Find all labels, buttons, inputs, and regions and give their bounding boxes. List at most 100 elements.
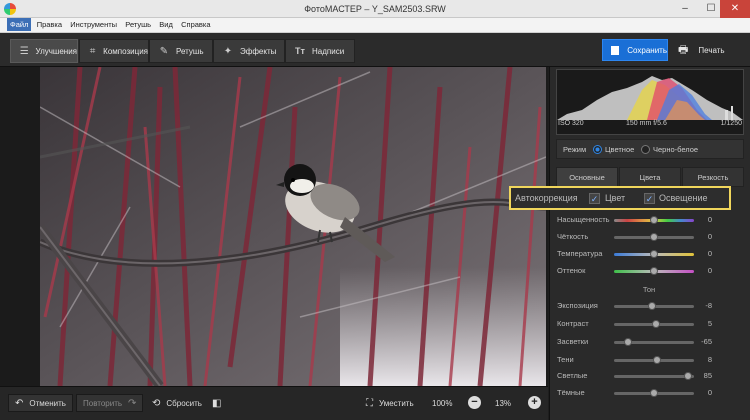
slider-knob[interactable]: [653, 356, 662, 364]
fit-button[interactable]: ⛶ Уместить: [366, 394, 414, 412]
photo-canvas: [0, 67, 548, 386]
undo-button[interactable]: ↶ Отменить: [8, 394, 73, 412]
highlights-track[interactable]: [614, 338, 694, 346]
reset-button[interactable]: ⟲ Сбросить: [152, 394, 202, 412]
whites-track[interactable]: [614, 372, 694, 380]
redo-icon: ↷: [128, 397, 137, 409]
mode-label: Режим: [563, 145, 587, 154]
tab-label: Эффекты: [240, 46, 277, 56]
title-bar: ФотоМАСТЕР – Y_SAM2503.SRW – ☐ ✕: [0, 0, 750, 18]
menu-retouch[interactable]: Ретушь: [122, 18, 154, 31]
slider-knob[interactable]: [650, 250, 658, 258]
mode-bw-label: Черно-белое: [653, 145, 699, 154]
slider-value: 5: [707, 319, 712, 328]
slider-shadows: Тени 8: [555, 354, 745, 366]
slider-knob[interactable]: [650, 233, 658, 241]
zoom-level: 13%: [495, 398, 512, 408]
tab-enhancements[interactable]: ☰ Улучшения: [10, 39, 78, 63]
slider-temperature: Температура 0: [555, 248, 745, 260]
slider-value: 8: [707, 355, 712, 364]
zoom-100-button[interactable]: 100%: [432, 394, 452, 412]
slider-value: 0: [707, 215, 712, 224]
slider-label: Оттенок: [557, 266, 586, 275]
slider-knob[interactable]: [650, 216, 658, 224]
contrast-track[interactable]: [614, 320, 694, 328]
auto-light-checkbox[interactable]: ✓: [644, 193, 655, 204]
print-button[interactable]: 🖶 Печать: [672, 39, 742, 61]
menu-edit[interactable]: Правка: [34, 18, 65, 31]
undo-label: Отменить: [29, 398, 66, 408]
compare-button[interactable]: ◧: [212, 394, 221, 412]
slider-label: Светлые: [557, 371, 588, 380]
crop-icon: ⌗: [89, 45, 96, 57]
blacks-track[interactable]: [614, 389, 694, 397]
subtab-colors[interactable]: Цвета: [619, 167, 681, 187]
slider-saturation: Насыщенность 0: [555, 214, 745, 226]
print-label: Печать: [698, 45, 725, 55]
magic-wand-icon: ✦: [223, 45, 233, 57]
slider-whites: Светлые 85: [555, 370, 745, 382]
subtab-basic[interactable]: Основные: [556, 167, 618, 187]
saturation-track[interactable]: [614, 216, 694, 224]
tab-effects[interactable]: ✦ Эффекты: [213, 39, 285, 63]
tab-captions[interactable]: Tт Надписи: [285, 39, 355, 63]
slider-value: 0: [707, 266, 712, 275]
slider-value: -8: [705, 301, 712, 310]
tab-label: Ретушь: [176, 46, 204, 56]
clarity-track[interactable]: [614, 233, 694, 241]
menu-help[interactable]: Справка: [178, 18, 213, 31]
slider-label: Насыщенность: [557, 215, 610, 224]
menu-bar: Файл Правка Инструменты Ретушь Вид Справ…: [0, 18, 750, 33]
slider-value: 0: [707, 232, 712, 241]
zoom-out-button[interactable]: −: [468, 396, 481, 409]
subtab-sharpness[interactable]: Резкость: [682, 167, 744, 187]
adjustment-subtabs: Основные Цвета Резкость: [556, 167, 744, 187]
redo-button[interactable]: Повторить ↷: [76, 394, 144, 412]
menu-view[interactable]: Вид: [156, 18, 176, 31]
tab-label: Надписи: [312, 46, 345, 56]
slider-exposure: Экспозиция -8: [555, 300, 745, 312]
tab-label: Улучшения: [35, 46, 77, 56]
menu-tools[interactable]: Инструменты: [67, 18, 120, 31]
tab-composition[interactable]: ⌗ Композиция: [79, 39, 149, 63]
exposure-track[interactable]: [614, 302, 694, 310]
slider-contrast: Контраст 5: [555, 318, 745, 330]
slider-value: 0: [707, 388, 712, 397]
bottom-bar: ↶ Отменить Повторить ↷ ⟲ Сбросить ◧ ⛶ Ум…: [0, 386, 548, 420]
compare-icon: ◧: [212, 397, 222, 409]
slider-knob[interactable]: [684, 372, 693, 380]
slider-label: Контраст: [557, 319, 589, 328]
autocorrection-label: Автокоррекция: [515, 193, 578, 203]
photo-preview[interactable]: [40, 67, 546, 386]
slider-label: Чёткость: [557, 232, 589, 241]
slider-knob[interactable]: [650, 389, 658, 397]
slider-value: 0: [707, 249, 712, 258]
shadows-track[interactable]: [614, 356, 694, 364]
slider-knob[interactable]: [624, 338, 633, 346]
slider-label: Экспозиция: [557, 301, 598, 310]
mode-color-label: Цветное: [605, 145, 635, 154]
fit-label: Уместить: [379, 398, 414, 408]
menu-file[interactable]: Файл: [7, 18, 32, 31]
photo-image: [40, 67, 546, 386]
printer-icon: 🖶: [678, 43, 689, 56]
slider-knob[interactable]: [647, 302, 656, 310]
reset-label: Сбросить: [166, 398, 202, 408]
slider-knob[interactable]: [651, 320, 660, 328]
temperature-track[interactable]: [614, 250, 694, 258]
mode-bw-radio[interactable]: [641, 145, 650, 154]
slider-label: Температура: [557, 249, 603, 258]
minimize-button[interactable]: –: [672, 0, 698, 18]
zoom-in-button[interactable]: +: [528, 396, 541, 409]
tint-track[interactable]: [614, 267, 694, 275]
tab-retouch[interactable]: ✎ Ретушь: [149, 39, 213, 63]
auto-color-checkbox[interactable]: ✓: [589, 193, 600, 204]
slider-clarity: Чёткость 0: [555, 231, 745, 243]
lens-value: 150 mm f/5.6: [626, 120, 667, 127]
slider-value: 85: [703, 371, 712, 380]
save-label: Сохранить: [627, 45, 667, 55]
close-button[interactable]: ✕: [720, 0, 750, 18]
slider-knob[interactable]: [650, 267, 658, 275]
save-button[interactable]: Сохранить: [602, 39, 668, 61]
mode-color-radio[interactable]: [593, 145, 602, 154]
